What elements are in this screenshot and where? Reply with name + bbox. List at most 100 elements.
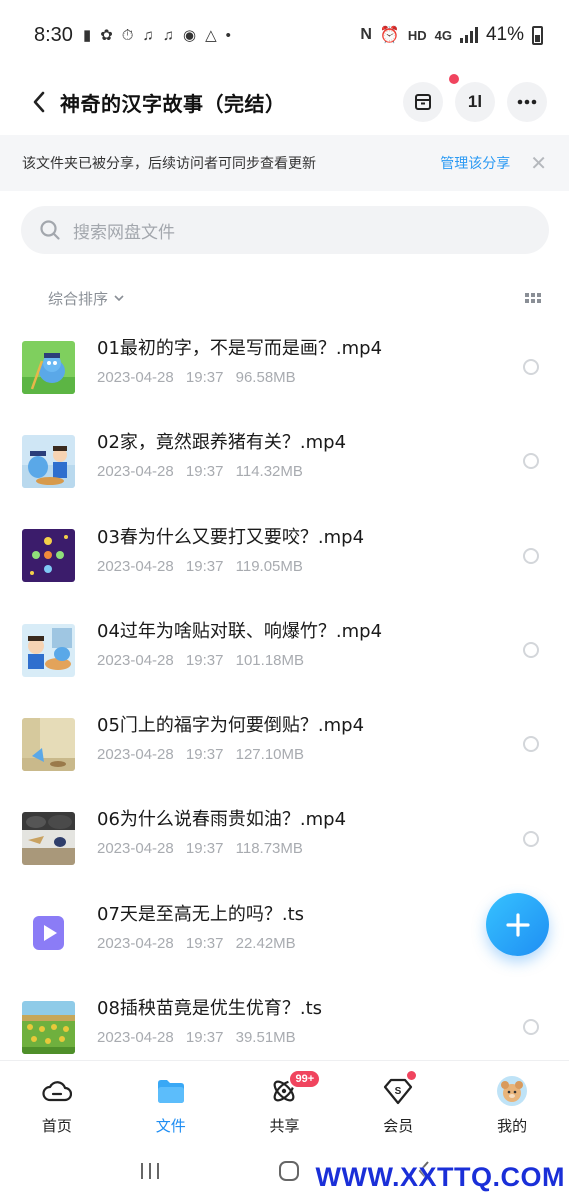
file-time: 19:37 [185, 934, 224, 952]
tiktok-icon: ♫ [162, 26, 174, 44]
status-bar: 8:30 ▮ ✿ ⏱ ♫ ♫ ◉ △ • N ⏰ HD 4G 41% [0, 0, 569, 70]
file-date: 2023-04-28 [97, 1029, 174, 1047]
file-time: 19:37 [185, 557, 224, 575]
file-size: 39.51MB [235, 1029, 296, 1047]
file-meta: 2023-04-28 19:37 127.10MB [97, 746, 364, 763]
file-date: 2023-04-28 [97, 557, 174, 575]
file-date: 2023-04-28 [97, 463, 174, 481]
sort-order-label: 1l [467, 92, 483, 111]
file-row[interactable]: 01最初的字，不是写而是画？.mp4 2023-04-28 19:37 96.5… [0, 320, 569, 414]
select-checkbox[interactable] [523, 642, 539, 659]
file-size: 101.18MB [235, 651, 305, 669]
more-button[interactable] [507, 82, 547, 122]
share-banner-text: 该文件夹已被分享，后续访问者可同步查看更新 [22, 156, 316, 172]
video-thumb-icon [22, 340, 75, 394]
home-icon[interactable] [278, 1160, 300, 1182]
nav-me[interactable]: 我的 [455, 1061, 569, 1142]
back-button[interactable] [14, 77, 64, 127]
sort-order-button[interactable]: 1l [455, 82, 495, 122]
alarm-icon: ⏰ [379, 27, 400, 44]
nav-label: 首页 [41, 1117, 72, 1135]
file-name: 05门上的福字为何要倒贴？.mp4 [97, 715, 365, 737]
nav-files[interactable]: 文件 [114, 1061, 228, 1142]
search-icon [40, 220, 60, 240]
sort-dropdown[interactable]: 综合排序 [48, 288, 108, 309]
chevron-left-icon [33, 91, 45, 113]
sort-row: 综合排序 [0, 278, 569, 318]
select-checkbox[interactable] [523, 1019, 539, 1036]
header-actions: 1l [403, 74, 547, 122]
manage-share-link[interactable]: 管理该分享 [440, 153, 510, 173]
video-thumb-icon [22, 623, 75, 677]
file-time: 19:37 [185, 746, 224, 764]
share-banner: 该文件夹已被分享，后续访问者可同步查看更新 管理该分享 ✕ [0, 135, 569, 191]
app-icon: ✿ [100, 27, 113, 44]
avatar-icon [496, 1075, 528, 1107]
status-right: N ⏰ HD 4G 41% [360, 24, 543, 46]
file-list: 01最初的字，不是写而是画？.mp4 2023-04-28 19:37 96.5… [0, 320, 569, 1074]
folder-icon [155, 1075, 187, 1107]
plus-icon [505, 912, 530, 937]
file-size: 127.10MB [235, 746, 305, 764]
nav-label: 文件 [155, 1117, 186, 1135]
archive-icon [415, 94, 431, 110]
file-time: 19:37 [185, 463, 224, 481]
video-thumb-icon [22, 1000, 75, 1054]
file-row[interactable]: 03春为什么又要打又要咬？.mp4 2023-04-28 19:37 119.0… [0, 509, 569, 603]
recent-apps-icon[interactable] [139, 1161, 161, 1181]
file-row[interactable]: 07天是至高无上的吗？.ts 2023-04-28 19:37 22.42MB [0, 886, 569, 980]
file-size: 118.73MB [235, 840, 303, 858]
more-icon [517, 99, 537, 105]
share-badge: 99+ [288, 1069, 322, 1089]
archive-button[interactable] [403, 74, 459, 122]
file-name: 07天是至高无上的吗？.ts [97, 903, 305, 925]
svg-text:S: S [395, 1086, 402, 1097]
file-row[interactable]: 05门上的福字为何要倒贴？.mp4 2023-04-28 19:37 127.1… [0, 697, 569, 791]
atom-icon: 99+ [268, 1069, 322, 1107]
grid-view-icon[interactable] [525, 293, 541, 303]
file-meta: 2023-04-28 19:37 118.73MB [97, 840, 346, 857]
cloud-icon [41, 1075, 73, 1107]
timer-icon: ⏱ [121, 26, 134, 44]
page-title: 神奇的汉字故事（完结） [60, 91, 286, 116]
chat-icon: ◉ [182, 27, 197, 44]
hd-label: HD [407, 27, 427, 43]
file-meta: 2023-04-28 19:37 101.18MB [97, 652, 382, 669]
video-thumb-icon [22, 717, 75, 771]
header: 神奇的汉字故事（完结） 1l [0, 70, 569, 134]
video-file-icon [22, 906, 75, 959]
file-date: 2023-04-28 [97, 746, 174, 764]
file-row[interactable]: 02家，竟然跟养猪有关？.mp4 2023-04-28 19:37 114.32… [0, 414, 569, 508]
select-checkbox[interactable] [523, 359, 539, 376]
video-thumb-icon [22, 812, 75, 866]
battery-icon [532, 25, 543, 45]
select-checkbox[interactable] [523, 830, 539, 847]
search-input[interactable]: 搜索网盘文件 [21, 206, 549, 254]
file-row[interactable]: 06为什么说春雨贵如油？.mp4 2023-04-28 19:37 118.73… [0, 791, 569, 885]
select-checkbox[interactable] [523, 453, 539, 470]
file-date: 2023-04-28 [97, 369, 174, 386]
file-name: 02家，竟然跟养猪有关？.mp4 [97, 432, 347, 454]
select-checkbox[interactable] [523, 736, 539, 753]
nav-share[interactable]: 99+ 共享 [228, 1061, 342, 1142]
nav-vip[interactable]: S 会员 [341, 1061, 455, 1142]
file-time: 19:37 [185, 1029, 224, 1047]
file-name: 08插秧苗竟是优生优育？.ts [97, 998, 323, 1020]
signal-icon [459, 27, 478, 43]
vip-notification-dot [407, 1071, 417, 1080]
file-name: 06为什么说春雨贵如油？.mp4 [97, 809, 347, 831]
file-date: 2023-04-28 [97, 934, 174, 952]
file-date: 2023-04-28 [97, 840, 174, 858]
file-name: 03春为什么又要打又要咬？.mp4 [97, 526, 365, 548]
notification-icons: ▮ ✿ ⏱ ♫ ♫ ◉ △ • [83, 26, 231, 45]
chevron-down-icon[interactable] [114, 295, 124, 301]
snapchat-icon: △ [205, 27, 217, 44]
nav-home[interactable]: 首页 [0, 1061, 114, 1142]
file-row[interactable]: 04过年为啥贴对联、响爆竹？.mp4 2023-04-28 19:37 101.… [0, 603, 569, 697]
select-checkbox[interactable] [523, 547, 539, 564]
tiktok-icon: ♫ [142, 26, 154, 44]
file-size: 22.42MB [235, 934, 296, 952]
close-icon[interactable]: ✕ [530, 151, 547, 175]
file-size: 96.58MB [235, 369, 296, 386]
add-button[interactable] [486, 893, 549, 956]
